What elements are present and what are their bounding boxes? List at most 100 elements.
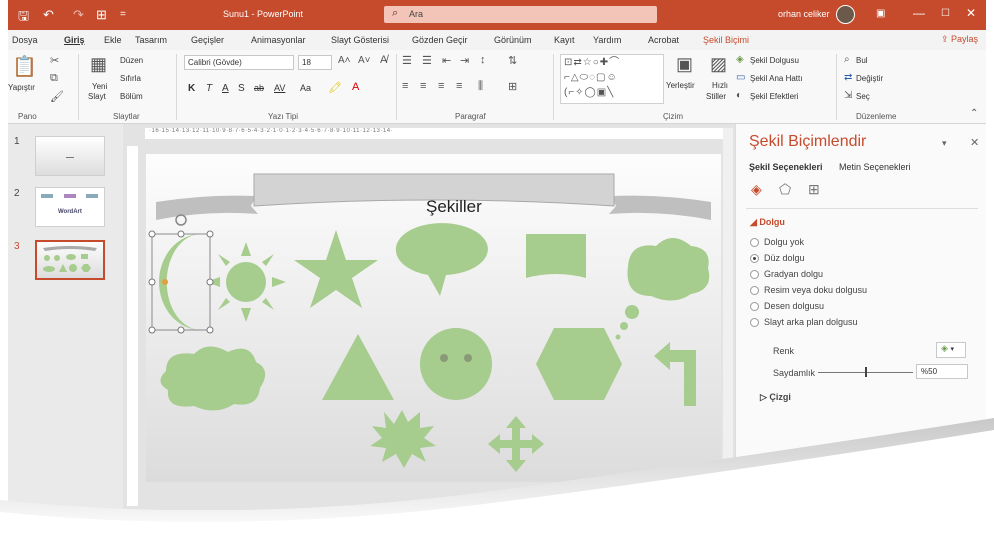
- tab-insert[interactable]: Ekle: [104, 35, 122, 45]
- smiley-shape[interactable]: [420, 328, 492, 400]
- find-button[interactable]: Bul: [856, 56, 868, 65]
- tab-shape-options[interactable]: Şekil Seçenekleri: [749, 162, 823, 172]
- triangle-shape[interactable]: [322, 334, 394, 400]
- radio-gradient-fill[interactable]: [750, 270, 759, 279]
- copy-icon[interactable]: ⧉: [50, 72, 58, 85]
- tab-animations[interactable]: Animasyonlar: [251, 35, 306, 45]
- tab-text-options[interactable]: Metin Seçenekleri: [839, 162, 911, 172]
- redo-icon[interactable]: ↷: [73, 7, 84, 23]
- save-icon[interactable]: 🖫: [18, 7, 29, 29]
- align-center-icon[interactable]: ≡: [420, 80, 426, 92]
- section-button[interactable]: Bölüm: [120, 92, 143, 101]
- user-name[interactable]: orhan celiker: [778, 9, 830, 19]
- slide-thumbnail-2[interactable]: WordArt: [35, 187, 105, 227]
- pane-close-icon[interactable]: ✕: [970, 136, 979, 149]
- cloud-shape[interactable]: [160, 346, 266, 411]
- shadow-button[interactable]: S: [238, 83, 245, 94]
- bullets-icon[interactable]: ☰: [402, 54, 412, 67]
- tab-transitions[interactable]: Geçişler: [191, 35, 224, 45]
- fill-section-header[interactable]: ◢ Dolgu: [750, 217, 785, 228]
- undo-icon[interactable]: ↶: [43, 7, 54, 23]
- search-box[interactable]: ⌕ Ara: [384, 6, 657, 23]
- tab-record[interactable]: Kayıt: [554, 35, 575, 45]
- fill-color-picker[interactable]: ◈ ▾: [936, 342, 966, 358]
- effects-icon[interactable]: ⬠: [779, 181, 791, 198]
- slide-title[interactable]: Şekiller: [426, 197, 482, 217]
- star-shape[interactable]: [294, 230, 378, 308]
- radio-slide-background-fill[interactable]: [750, 318, 759, 327]
- columns-icon[interactable]: ⫼: [478, 80, 483, 93]
- sun-shape[interactable]: [206, 242, 286, 322]
- customize-toolbar-icon[interactable]: =: [120, 9, 126, 20]
- align-right-icon[interactable]: ≡: [438, 80, 444, 92]
- font-color-icon[interactable]: A: [352, 81, 359, 93]
- shape-effects-button[interactable]: Şekil Efektleri: [750, 92, 798, 101]
- replace-icon[interactable]: ⇄: [844, 72, 852, 83]
- banner-right-tail[interactable]: [609, 195, 711, 220]
- four-way-arrow-shape[interactable]: [488, 416, 544, 472]
- char-spacing-button[interactable]: AV: [274, 83, 285, 93]
- paste-button[interactable]: Yapıştır: [8, 83, 35, 92]
- pane-options-icon[interactable]: ▾: [942, 138, 947, 149]
- increase-indent-icon[interactable]: ⇥: [460, 54, 469, 67]
- transparency-input[interactable]: %50: [916, 364, 968, 379]
- tab-shape-format[interactable]: Şekil Biçimi: [703, 35, 749, 45]
- layout-button[interactable]: Düzen: [120, 56, 143, 65]
- find-icon[interactable]: ⌕: [844, 54, 850, 65]
- tab-design[interactable]: Tasarım: [135, 35, 167, 45]
- bold-button[interactable]: K: [188, 83, 195, 94]
- vertical-scrollbar[interactable]: [723, 128, 733, 508]
- radio-picture-fill[interactable]: [750, 286, 759, 295]
- highlight-icon[interactable]: 🖍: [328, 81, 342, 94]
- size-properties-icon[interactable]: ⊞: [808, 181, 820, 198]
- new-slide-label-2[interactable]: Slayt: [88, 92, 106, 101]
- speech-bubble-shape[interactable]: [395, 223, 488, 296]
- ribbon-display-icon[interactable]: ▣: [876, 8, 885, 19]
- tab-acrobat[interactable]: Acrobat: [648, 35, 679, 45]
- slide-thumbnail-1[interactable]: [35, 136, 105, 176]
- change-case-button[interactable]: Aa: [300, 83, 311, 93]
- shape-outline-icon[interactable]: ▭: [736, 72, 745, 83]
- reset-button[interactable]: Sıfırla: [120, 74, 141, 83]
- font-family-dropdown[interactable]: Calibri (Gövde): [184, 55, 294, 70]
- slide-thumbnail-3[interactable]: [35, 240, 105, 280]
- transparency-slider-thumb[interactable]: [864, 367, 867, 377]
- fill-line-icon[interactable]: ◈: [751, 181, 762, 198]
- select-icon[interactable]: ⇲: [844, 90, 852, 101]
- tab-file[interactable]: Dosya: [12, 35, 38, 45]
- numbering-icon[interactable]: ☰: [422, 54, 432, 67]
- font-size-dropdown[interactable]: 18: [298, 55, 332, 70]
- smartart-icon[interactable]: ⊞: [508, 80, 517, 93]
- explosion-shape[interactable]: [370, 410, 436, 468]
- close-button[interactable]: ✕: [966, 6, 976, 20]
- replace-button[interactable]: Değiştir: [856, 74, 883, 83]
- strikethrough-button[interactable]: ab: [254, 83, 264, 93]
- bent-arrow-shape[interactable]: [654, 342, 696, 406]
- tab-help[interactable]: Yardım: [593, 35, 621, 45]
- shape-fill-icon[interactable]: ◈: [736, 54, 744, 65]
- tab-review[interactable]: Gözden Geçir: [412, 35, 468, 45]
- shape-effects-icon[interactable]: ◐: [736, 90, 742, 101]
- quick-styles-label-2[interactable]: Stiller: [706, 92, 726, 101]
- justify-icon[interactable]: ≡: [456, 80, 462, 92]
- avatar[interactable]: [836, 5, 855, 24]
- transparency-slider[interactable]: [818, 367, 913, 377]
- text-direction-icon[interactable]: ⇅: [508, 54, 517, 67]
- radio-pattern-fill[interactable]: [750, 302, 759, 311]
- horizontal-scrollbar[interactable]: [123, 510, 735, 520]
- tab-home[interactable]: Giriş: [64, 35, 85, 45]
- tab-slideshow[interactable]: Slayt Gösterisi: [331, 35, 389, 45]
- shapes-gallery[interactable]: ⊡⇄☆○✚⌒ ⌐△⬭◌▢☺ (⌐✧◯▣╲: [560, 54, 664, 104]
- maximize-button[interactable]: ☐: [941, 8, 950, 19]
- selection-handles[interactable]: [148, 214, 214, 334]
- new-slide-label-1[interactable]: Yeni: [92, 82, 107, 91]
- banner-left-tail[interactable]: [156, 195, 258, 220]
- line-spacing-icon[interactable]: ↕: [480, 54, 486, 66]
- shape-outline-button[interactable]: Şekil Ana Hattı: [750, 74, 802, 83]
- underline-button[interactable]: A: [222, 83, 229, 94]
- slide-canvas[interactable]: Şekiller: [146, 154, 721, 482]
- tab-view[interactable]: Görünüm: [494, 35, 532, 45]
- minimize-button[interactable]: —: [913, 6, 925, 20]
- quick-styles-label-1[interactable]: Hızlı: [712, 81, 728, 90]
- decrease-font-icon[interactable]: A˅: [358, 55, 371, 66]
